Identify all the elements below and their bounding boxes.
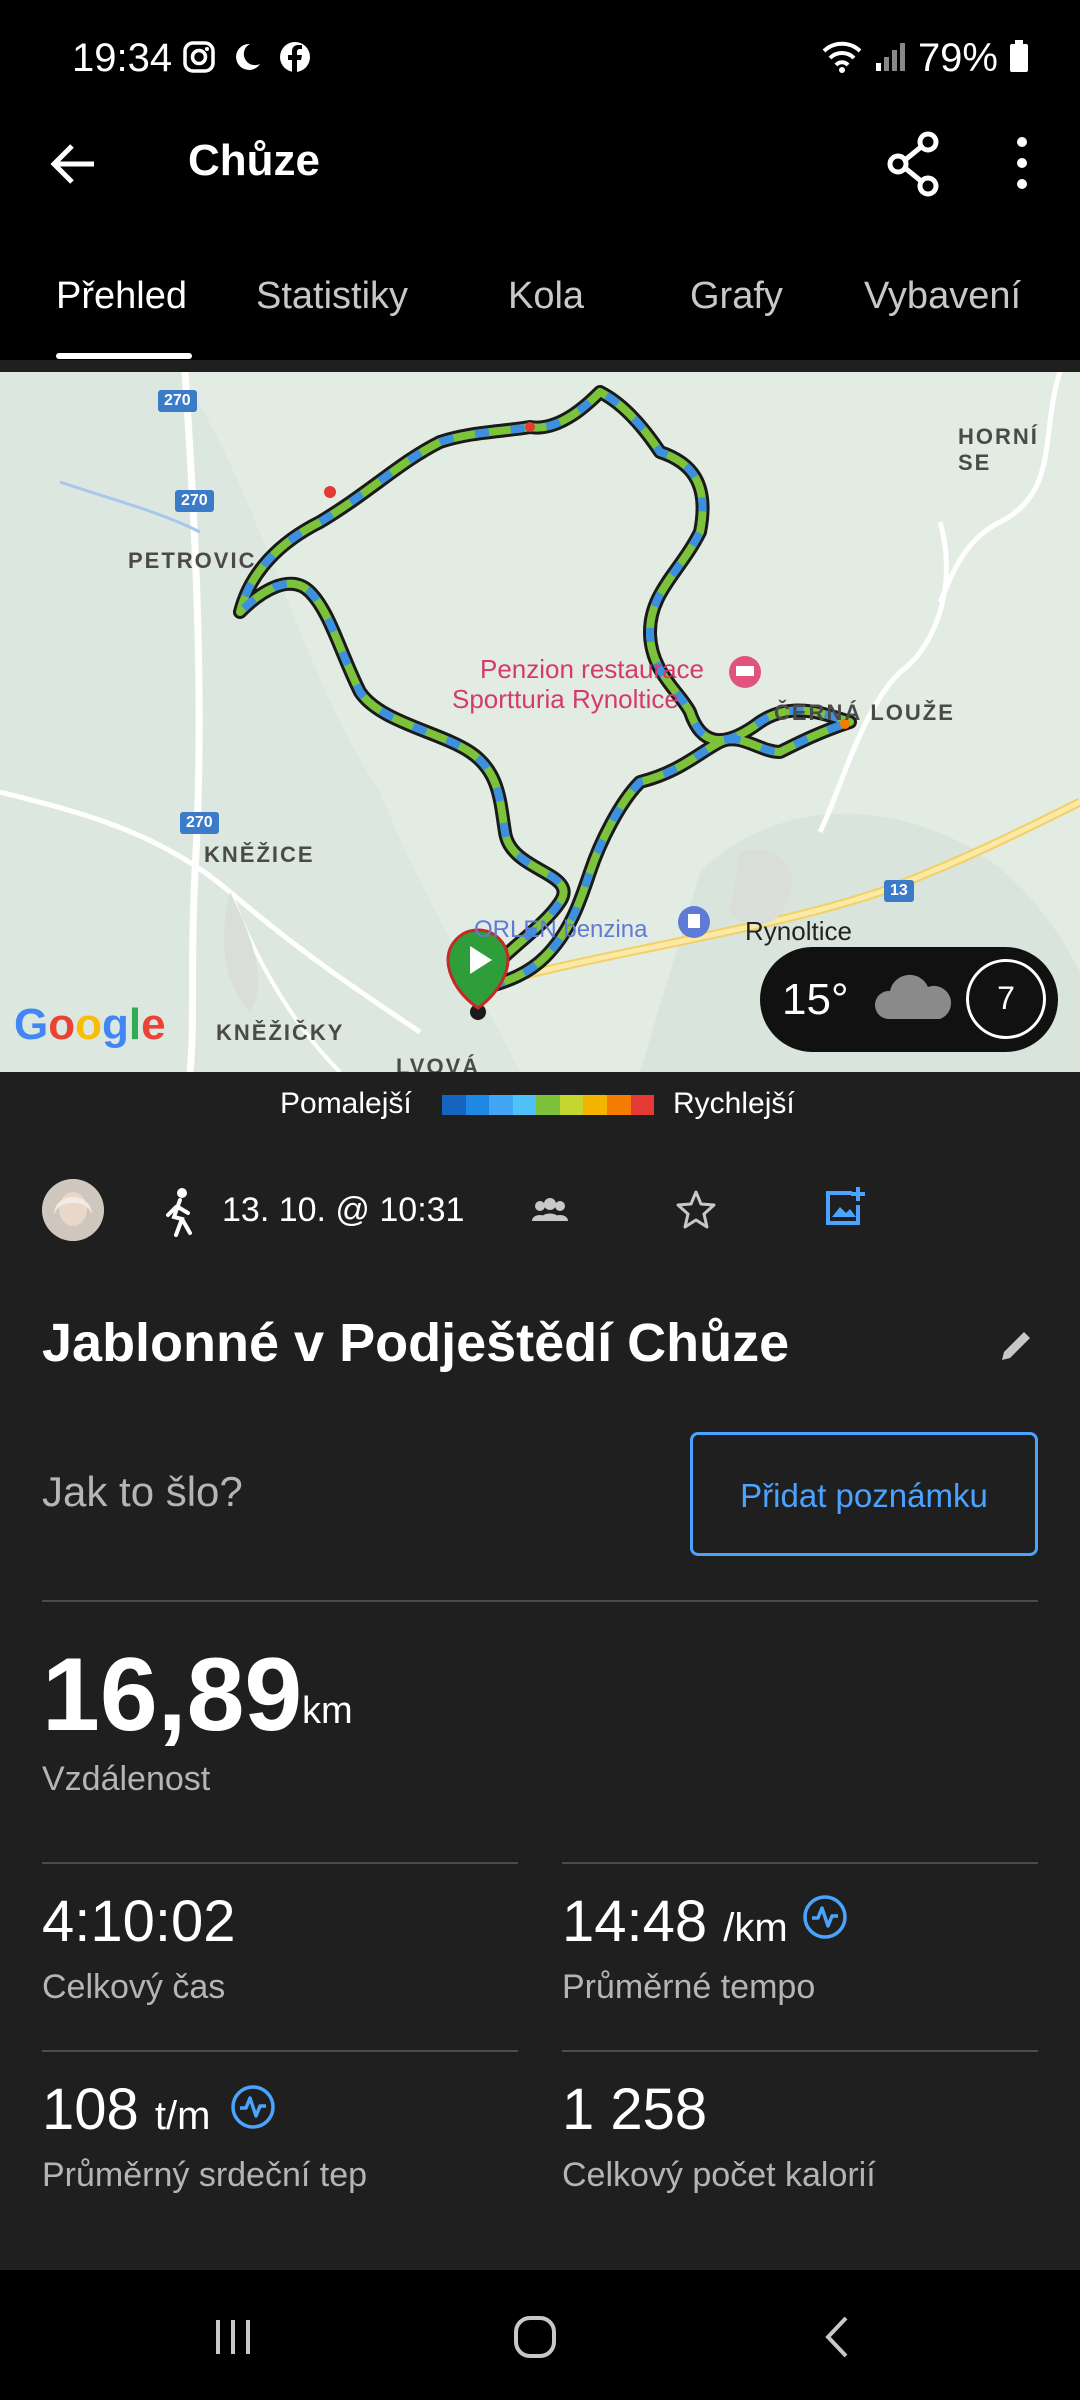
legend-color-segment	[583, 1095, 607, 1115]
more-options-button[interactable]	[1000, 128, 1044, 198]
divider	[42, 1600, 1038, 1602]
back-nav-button[interactable]	[794, 2302, 884, 2372]
road-number-badge: 270	[158, 390, 197, 412]
signal-icon	[874, 39, 908, 78]
calories-label: Celkový počet kalorií	[562, 2156, 876, 2194]
distance-label: Vzdálenost	[42, 1760, 211, 1798]
insight-icon[interactable]	[230, 2084, 276, 2135]
avg-heart-rate-label: Průměrný srdeční tep	[42, 2156, 368, 2194]
recent-apps-button[interactable]	[188, 2302, 278, 2372]
battery-percent: 79%	[917, 36, 998, 80]
map-poi-label: Sportturia Rynoltice	[452, 684, 679, 714]
avg-heart-rate-value: 108 t/m	[42, 2077, 211, 2142]
map-place-label: HORNÍ SE	[958, 424, 1039, 475]
map-place-label: PETROVIC	[128, 548, 257, 573]
map-poi-label: Penzion restaurace	[480, 654, 705, 684]
weather-badge: 7	[966, 959, 1046, 1039]
weather-widget[interactable]: 15° 7	[760, 947, 1058, 1052]
legend-color-segment	[536, 1095, 560, 1115]
tab-kola[interactable]: Kola	[508, 275, 584, 318]
divider	[42, 1862, 518, 1864]
google-logo: Google	[14, 1000, 166, 1049]
arrow-left-icon	[50, 144, 94, 184]
edit-pencil-icon[interactable]	[996, 1326, 1036, 1371]
total-time-value: 4:10:02	[42, 1889, 236, 1954]
legend-gradient-bar	[442, 1095, 655, 1115]
tab-statistiky[interactable]: Statistiky	[256, 275, 408, 318]
recent-apps-icon	[216, 2320, 250, 2354]
more-vertical-icon	[1017, 137, 1027, 189]
legend-color-segment	[442, 1095, 466, 1115]
status-bar: 19:34 79%	[0, 0, 1080, 120]
home-button[interactable]	[490, 2302, 580, 2372]
status-time: 19:34	[72, 36, 173, 80]
system-nav-bar	[0, 2270, 1080, 2400]
avg-pace-label: Průměrné tempo	[562, 1968, 816, 2006]
star-icon[interactable]	[676, 1189, 716, 1234]
distance-value: 16,89	[42, 1637, 303, 1753]
legend-color-segment	[465, 1095, 490, 1115]
map-place-label: LVOVÁ	[396, 1054, 481, 1072]
add-photo-icon[interactable]	[822, 1185, 866, 1234]
legend-color-segment	[606, 1095, 631, 1115]
wifi-icon	[820, 39, 864, 78]
add-note-label: Přidat poznámku	[740, 1477, 988, 1514]
legend-color-segment	[512, 1095, 537, 1115]
user-avatar-icon	[42, 1179, 104, 1241]
road-number-badge: 13	[884, 880, 914, 902]
share-button[interactable]	[878, 128, 948, 198]
total-time-label: Celkový čas	[42, 1968, 226, 2006]
activity-date: 13. 10. @ 10:31	[222, 1191, 465, 1229]
tab-bar: Přehled Statistiky Kola Grafy Vybavení	[0, 245, 1080, 360]
tab-prehled[interactable]: Přehled	[56, 275, 187, 318]
walking-icon	[160, 1187, 200, 1242]
moon-icon	[230, 40, 264, 79]
calories-value: 1 258	[562, 2077, 708, 2142]
weather-temperature: 15°	[782, 975, 849, 1024]
add-note-button[interactable]: Přidat poznámku	[690, 1432, 1038, 1556]
divider	[42, 2050, 518, 2052]
divider	[562, 2050, 1038, 2052]
insight-icon[interactable]	[802, 1894, 848, 1945]
avg-pace-value: 14:48 /km	[562, 1889, 788, 1954]
divider	[562, 1862, 1038, 1864]
activity-title: Jablonné v Podještědí Chůze	[42, 1313, 790, 1373]
map-town-label: Rynoltice	[745, 916, 852, 946]
share-icon	[887, 131, 939, 197]
chevron-left-icon	[825, 2316, 848, 2358]
map-poi-label: ORLEN benzina	[474, 916, 648, 943]
legend-color-segment	[489, 1095, 513, 1115]
battery-icon	[1008, 39, 1030, 78]
avatar[interactable]	[42, 1179, 104, 1241]
distance-unit: km	[302, 1690, 353, 1732]
home-icon	[514, 2316, 556, 2358]
facebook-icon	[278, 40, 312, 79]
activity-meta-row: 13. 10. @ 10:31	[0, 1175, 1080, 1255]
active-tab-indicator	[56, 353, 192, 359]
tab-vybaveni[interactable]: Vybavení	[864, 275, 1021, 318]
notes-prompt: Jak to šlo?	[42, 1468, 243, 1515]
legend-fast-label: Rychlejší	[673, 1087, 795, 1120]
road-number-badge: 270	[175, 490, 214, 512]
route-map[interactable]: 270 270 270 13 HORNÍ SE PETROVIC ČERNÁ L…	[0, 372, 1080, 1072]
map-place-label: KNĚŽIČKY	[216, 1020, 345, 1045]
map-place-label: ČERNÁ LOUŽE	[774, 700, 955, 725]
back-button[interactable]	[42, 132, 106, 196]
map-place-label: KNĚŽICE	[204, 842, 315, 867]
instagram-icon	[182, 40, 216, 79]
page-title: Chůze	[188, 136, 320, 185]
speed-legend: Pomalejší Rychlejší	[0, 1075, 1080, 1135]
tab-grafy[interactable]: Grafy	[690, 275, 783, 318]
legend-color-segment	[630, 1095, 655, 1115]
legend-color-segment	[559, 1095, 584, 1115]
legend-slow-label: Pomalejší	[280, 1087, 412, 1120]
group-icon[interactable]	[530, 1197, 570, 1232]
road-number-badge: 270	[180, 812, 219, 834]
